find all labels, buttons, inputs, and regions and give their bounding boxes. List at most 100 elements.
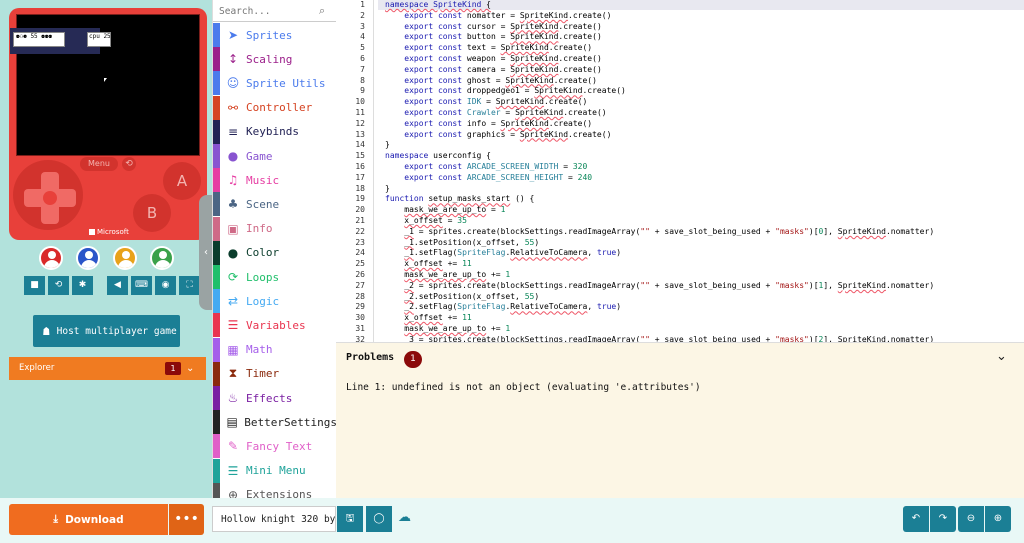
category-controller[interactable]: ⚯ Controller	[213, 95, 336, 120]
undo-button[interactable]: ↶	[903, 506, 929, 532]
github-icon: ◯	[373, 513, 385, 524]
code-line[interactable]: }	[385, 140, 390, 151]
player-3-button[interactable]	[113, 246, 137, 270]
more-options-button[interactable]: •••	[169, 504, 204, 535]
category-sprites[interactable]: ➤ Sprites	[213, 23, 336, 47]
problem-message[interactable]: Line 1: undefined is not an object (eval…	[346, 382, 701, 393]
category-effects[interactable]: ♨ Effects	[213, 386, 336, 410]
code-line[interactable]: _3 = sprites.create(blockSettings.readIm…	[385, 335, 934, 342]
code-line[interactable]: export const info = SpriteKind.create()	[385, 119, 592, 130]
line-number: 7	[360, 64, 365, 74]
category-label: Timer	[246, 367, 280, 381]
code-line[interactable]: x_offset += 11	[385, 259, 471, 270]
category-logic[interactable]: ⇄ Logic	[213, 289, 336, 314]
category-keybinds[interactable]: ≡ Keybinds	[213, 119, 336, 144]
code-line[interactable]: export const text = SpriteKind.create()	[385, 43, 592, 54]
screenshot-button[interactable]: ◉	[155, 276, 176, 295]
stop-button[interactable]: ■	[24, 276, 45, 295]
search-input[interactable]	[219, 4, 319, 18]
code-line[interactable]: x_offset += 11	[385, 313, 471, 324]
code-editor[interactable]: 1 2 3 4 5 6 7 8 9 10 11 12 13 14 15 16 17 18 19 20 21 22 23 24 2…	[336, 0, 1024, 342]
category-color[interactable]: ● Color	[213, 240, 336, 265]
category-game[interactable]: ● Game	[213, 144, 336, 168]
code-line[interactable]: export const nomatter = SpriteKind.creat…	[385, 11, 611, 22]
code-line[interactable]: namespace SpriteKind {	[385, 0, 491, 11]
code-line[interactable]: export const Crawler = SpriteKind.create…	[385, 108, 606, 119]
category-label: Scene	[246, 197, 280, 211]
player-icon-head	[159, 251, 167, 259]
code-line[interactable]: export const weapon = SpriteKind.create(…	[385, 54, 602, 65]
code-line[interactable]: export const ghost = SpriteKind.create()	[385, 76, 597, 87]
save-button[interactable]: 🖫	[337, 506, 363, 532]
code-line[interactable]: _1.setPosition(x_offset, 55)	[385, 238, 539, 249]
line-number: 16	[355, 162, 365, 171]
keyboard-button[interactable]: ⌨	[131, 276, 152, 295]
project-name-input[interactable]	[212, 506, 336, 532]
restart-button[interactable]: ⟲	[48, 276, 69, 295]
collapse-simulator-handle[interactable]: ‹	[199, 195, 213, 310]
code-line[interactable]: function setup_masks_start () {	[385, 194, 534, 205]
search-icon[interactable]: ⌕	[319, 4, 325, 18]
device-menu-button[interactable]: Menu	[80, 157, 118, 171]
download-button[interactable]: ⤓ Download	[9, 504, 168, 535]
b-button[interactable]: B	[133, 194, 171, 232]
code-line[interactable]: _1.setFlag(SpriteFlag.RelativeToCamera, …	[385, 248, 621, 259]
player-1-button[interactable]	[39, 246, 63, 270]
code-line[interactable]: namespace userconfig {	[385, 151, 491, 162]
category-sprite-utils[interactable]: ☺ Sprite Utils	[213, 71, 336, 96]
logic-icon: ⇄	[227, 294, 239, 309]
zoom-out-button[interactable]: ⊖	[958, 506, 984, 532]
category-scaling[interactable]: ↕ Scaling	[213, 47, 336, 72]
category-fancy-text[interactable]: ✎ Fancy Text	[213, 434, 336, 459]
code-line[interactable]: export const ARCADE_SCREEN_HEIGHT = 240	[385, 173, 592, 184]
code-line[interactable]: export const droppedgeo1 = SpriteKind.cr…	[385, 86, 626, 97]
chevron-down-icon[interactable]: ⌄	[996, 349, 1007, 364]
multiplayer-icon: ☗	[43, 324, 50, 338]
category-loops[interactable]: ⟳ Loops	[213, 265, 336, 289]
category-timer[interactable]: ⧗ Timer	[213, 361, 336, 386]
category-music[interactable]: ♫ Music	[213, 168, 336, 193]
code-line[interactable]: _2.setPosition(x_offset, 55)	[385, 292, 539, 303]
host-multiplayer-button[interactable]: ☗ Host multiplayer game	[33, 315, 180, 347]
category-label: Keybinds	[246, 125, 299, 139]
category-bettersettings[interactable]: ▤ BetterSettings	[213, 410, 336, 435]
mute-button[interactable]: ◀	[107, 276, 128, 295]
fancy-text-icon: ✎	[227, 439, 239, 454]
code-line[interactable]: mask_we_are_up_to = 1	[385, 205, 505, 216]
code-line[interactable]: x_offset = 35	[385, 216, 467, 227]
category-extensions[interactable]: ⊕ Extensions	[213, 482, 336, 498]
category-mini-menu[interactable]: ☰ Mini Menu	[213, 458, 336, 483]
fullscreen-button[interactable]: ⛶	[179, 276, 200, 295]
player-4-button[interactable]	[150, 246, 174, 270]
player-2-button[interactable]	[76, 246, 100, 270]
a-button[interactable]: A	[163, 162, 201, 200]
line-number: 26	[355, 270, 365, 279]
code-line[interactable]: export const graphics = SpriteKind.creat…	[385, 130, 611, 141]
code-line[interactable]: export const ARCADE_SCREEN_WIDTH = 320	[385, 162, 587, 173]
category-scene[interactable]: ♣ Scene	[213, 192, 336, 217]
code-line[interactable]: mask_we_are_up_to += 1	[385, 324, 510, 335]
code-line[interactable]: _1 = sprites.create(blockSettings.readIm…	[385, 227, 934, 238]
explorer-toggle[interactable]: Explorer 1 ⌄	[9, 357, 206, 380]
code-line[interactable]: export const IDK = SpriteKind.create()	[385, 97, 587, 108]
code-line[interactable]: }	[385, 184, 390, 195]
code-line[interactable]: export const button = SpriteKind.create(…	[385, 32, 602, 43]
code-line[interactable]: _2 = sprites.create(blockSettings.readIm…	[385, 281, 934, 292]
save-icon: 🖫	[345, 513, 355, 524]
debug-button[interactable]: ✱	[72, 276, 93, 295]
category-info[interactable]: ▣ Info	[213, 216, 336, 241]
player-icon-body	[118, 260, 134, 268]
github-button[interactable]: ◯	[366, 506, 392, 532]
code-line[interactable]: mask_we_are_up_to += 1	[385, 270, 510, 281]
code-line[interactable]: _2.setFlag(SpriteFlag.RelativeToCamera, …	[385, 302, 621, 313]
category-math[interactable]: ▦ Math	[213, 337, 336, 362]
code-line[interactable]: export const camera = SpriteKind.create(…	[385, 65, 602, 76]
zoom-in-button[interactable]: ⊕	[985, 506, 1011, 532]
redo-button[interactable]: ↷	[930, 506, 956, 532]
code-line[interactable]: export const cursor = SpriteKind.create(…	[385, 22, 602, 33]
device-restart-button[interactable]: ⟲	[122, 157, 136, 171]
cloud-icon[interactable]: ☁	[398, 510, 411, 525]
category-variables[interactable]: ☰ Variables	[213, 313, 336, 338]
category-label: Color	[246, 246, 280, 260]
microsoft-logo: Microsoft	[89, 228, 129, 236]
